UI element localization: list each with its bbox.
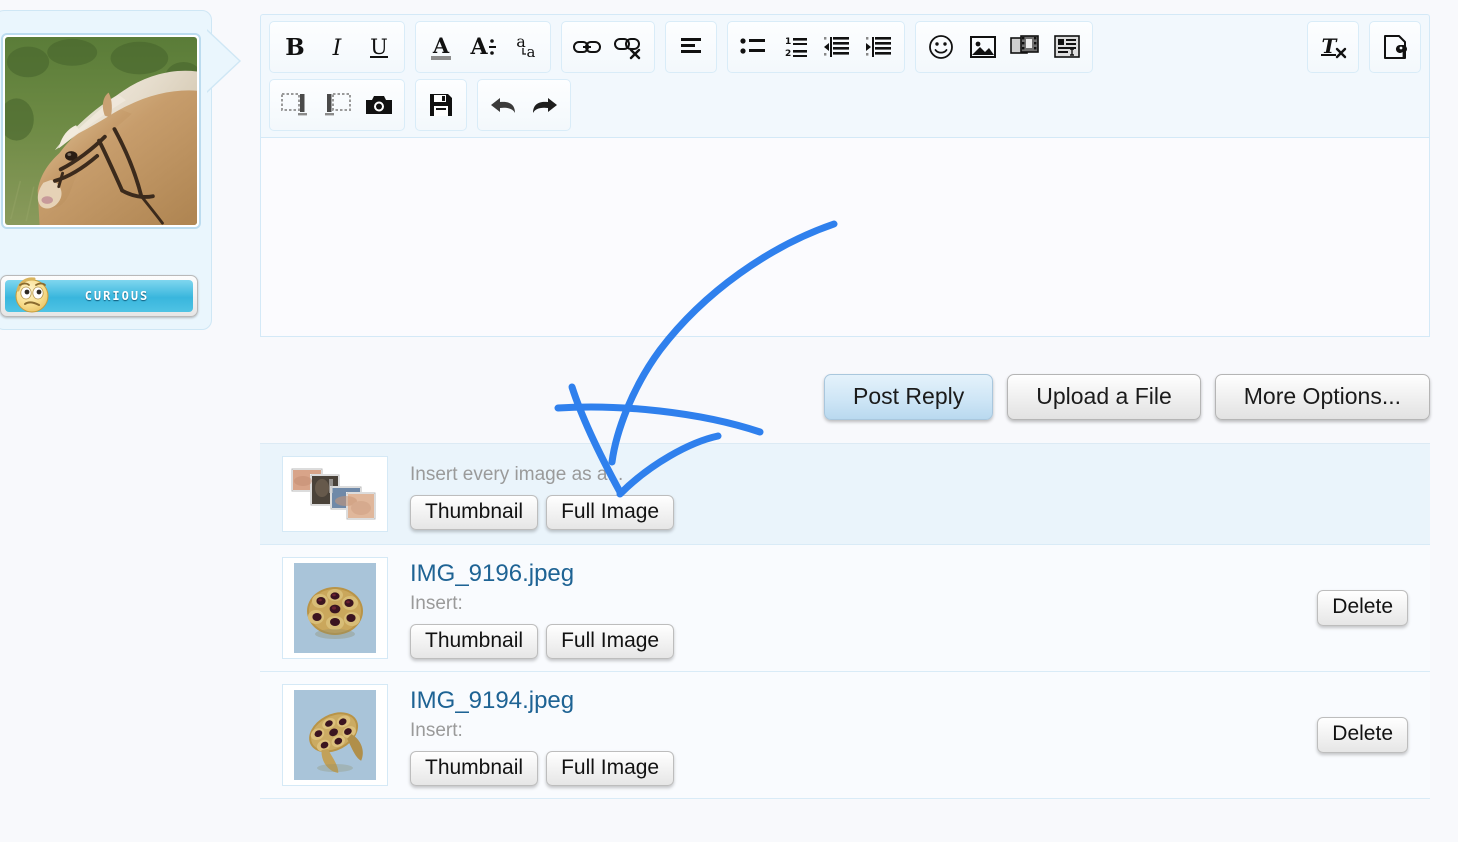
italic-icon[interactable]: I [316, 25, 358, 69]
mood-badge: CURIOUS [0, 275, 198, 317]
insert-label: Insert: [410, 717, 1317, 745]
source-tools-icon[interactable] [1374, 25, 1416, 69]
toolbar-group-remove-format: T [1307, 21, 1359, 73]
font-family-icon[interactable]: aa [504, 25, 546, 69]
attachment-main: Insert every image as a... Thumbnail Ful… [410, 456, 1430, 530]
insert-quote-icon[interactable] [1046, 25, 1088, 69]
insert-image-icon[interactable] [962, 25, 1004, 69]
toolbar-group-history [477, 79, 571, 131]
avatar[interactable] [1, 33, 201, 229]
camera-icon[interactable] [358, 83, 400, 127]
svg-text:B: B [285, 34, 304, 61]
insert-full-image-button[interactable]: Full Image [546, 751, 674, 786]
mood-label: CURIOUS [5, 289, 193, 303]
toolbar-group-text-style: B I U [269, 21, 405, 73]
toolbar-group-save [415, 79, 467, 131]
font-size-icon[interactable]: A [462, 25, 504, 69]
upload-a-file-button[interactable]: Upload a File [1007, 374, 1201, 420]
svg-text:A: A [469, 34, 488, 60]
insert-label: Insert every image as a... [410, 461, 1430, 489]
svg-text:1: 1 [785, 37, 791, 47]
toolbar-group-align [665, 21, 717, 73]
insert-thumbnail-button[interactable]: Thumbnail [410, 751, 538, 786]
svg-text:a: a [516, 32, 526, 51]
stacked-photos-icon [282, 456, 388, 532]
insert-thumbnail-button[interactable]: Thumbnail [410, 624, 538, 659]
svg-text:2: 2 [785, 49, 791, 59]
image-align-left-icon[interactable] [274, 83, 316, 127]
insert-label: Insert: [410, 590, 1317, 618]
attachment-main: IMG_9196.jpeg Insert: Thumbnail Full Ima… [410, 557, 1317, 659]
insert-full-image-button[interactable]: Full Image [546, 495, 674, 530]
insert-full-image-button[interactable]: Full Image [546, 624, 674, 659]
insert-buttons: Thumbnail Full Image [410, 624, 1317, 659]
attachment-filename-link[interactable]: IMG_9196.jpeg [410, 559, 1317, 589]
undo-icon[interactable] [482, 83, 524, 127]
svg-text:A: A [432, 33, 450, 58]
delete-attachment-button[interactable]: Delete [1317, 590, 1408, 625]
reply-editor: B I U A A a [260, 14, 1430, 337]
insert-thumbnail-button[interactable]: Thumbnail [410, 495, 538, 530]
numbered-list-icon[interactable]: 1 2 [774, 25, 816, 69]
table-row: IMG_9196.jpeg Insert: Thumbnail Full Ima… [260, 545, 1430, 672]
svg-text:I: I [332, 36, 343, 61]
toolbar-group-image-align [269, 79, 405, 131]
insert-buttons: Thumbnail Full Image [410, 751, 1317, 786]
bold-icon[interactable]: B [274, 25, 316, 69]
avatar-horse-image [5, 37, 197, 225]
insert-link-icon[interactable] [566, 25, 608, 69]
insert-buttons: Thumbnail Full Image [410, 495, 1430, 530]
post-author-bubble: CURIOUS [0, 10, 212, 330]
delete-cell: Delete [1317, 590, 1430, 625]
brooch-photo-thumbnail[interactable] [282, 557, 388, 659]
svg-text:U: U [370, 35, 388, 59]
toolbar-group-link [561, 21, 655, 73]
editor-actions: Post Reply Upload a File More Options... [260, 374, 1430, 420]
remove-formatting-icon[interactable]: T [1312, 25, 1354, 69]
delete-attachment-button[interactable]: Delete [1317, 717, 1408, 752]
delete-cell: Delete [1317, 717, 1430, 752]
toolbar-group-insert [915, 21, 1093, 73]
table-row: Insert every image as a... Thumbnail Ful… [260, 444, 1430, 545]
attachment-filename-link[interactable]: IMG_9194.jpeg [410, 686, 1317, 716]
underline-icon[interactable]: U [358, 25, 400, 69]
remove-link-icon[interactable] [608, 25, 650, 69]
image-align-right-icon[interactable] [316, 83, 358, 127]
outdent-icon[interactable] [816, 25, 858, 69]
toolbar-row-2 [269, 79, 1421, 131]
toolbar-group-font: A A aa [415, 21, 551, 73]
insert-video-icon[interactable] [1004, 25, 1046, 69]
font-color-icon[interactable]: A [420, 25, 462, 69]
table-row: IMG_9194.jpeg Insert: Thumbnail Full Ima… [260, 672, 1430, 799]
post-reply-button[interactable]: Post Reply [824, 374, 993, 420]
ring-photo-thumbnail[interactable] [282, 684, 388, 786]
bulleted-list-icon[interactable] [732, 25, 774, 69]
toolbar-group-source [1369, 21, 1421, 73]
smilies-icon[interactable] [920, 25, 962, 69]
save-draft-icon[interactable] [420, 83, 462, 127]
toolbar-group-lists: 1 2 [727, 21, 905, 73]
svg-text:a: a [527, 43, 536, 61]
attachment-list: Insert every image as a... Thumbnail Ful… [260, 443, 1430, 799]
more-options-button[interactable]: More Options... [1215, 374, 1430, 420]
reply-body-input[interactable] [260, 137, 1430, 337]
align-icon[interactable] [670, 25, 712, 69]
toolbar-row-1: B I U A A a [269, 21, 1421, 73]
page-root: CURIOUS B I U [0, 0, 1458, 842]
indent-icon[interactable] [858, 25, 900, 69]
editor-toolbar: B I U A A a [260, 14, 1430, 137]
attachment-main: IMG_9194.jpeg Insert: Thumbnail Full Ima… [410, 684, 1317, 786]
redo-icon[interactable] [524, 83, 566, 127]
